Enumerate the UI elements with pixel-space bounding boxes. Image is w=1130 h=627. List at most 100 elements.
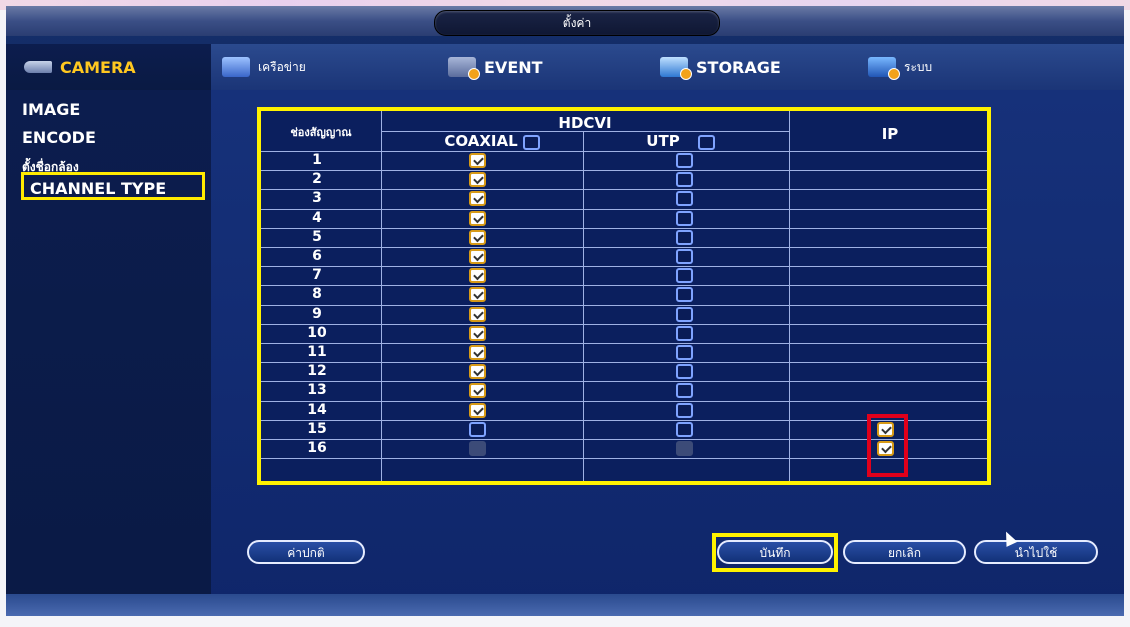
utp-checkbox[interactable] bbox=[676, 364, 693, 380]
grid-line bbox=[261, 304, 987, 306]
utp-checkbox[interactable] bbox=[676, 268, 693, 284]
event-icon bbox=[448, 57, 480, 80]
row-channel-number: 8 bbox=[312, 286, 322, 303]
sidebar-item-encode[interactable]: ENCODE bbox=[22, 128, 96, 147]
coaxial-checkbox[interactable] bbox=[469, 287, 486, 303]
grid-line bbox=[261, 170, 987, 172]
cancel-button[interactable]: ยกเลิก bbox=[843, 540, 966, 564]
coaxial-checkbox[interactable] bbox=[469, 325, 486, 341]
row-channel-number: 13 bbox=[307, 382, 327, 399]
utp-checkbox[interactable] bbox=[676, 287, 693, 303]
coaxial-checkbox[interactable] bbox=[469, 306, 486, 322]
grid-line bbox=[261, 247, 987, 248]
window-title: ตั้งค่า bbox=[434, 10, 720, 36]
row-channel-number: 5 bbox=[312, 228, 322, 245]
row-channel-number: 6 bbox=[312, 248, 322, 264]
coaxial-select-all-checkbox[interactable] bbox=[523, 135, 540, 150]
grid-line bbox=[583, 131, 584, 481]
utp-checkbox[interactable] bbox=[676, 402, 693, 418]
coaxial-checkbox bbox=[469, 441, 486, 456]
tab-camera-label: CAMERA bbox=[60, 57, 136, 77]
tab-system-label: ระบบ bbox=[904, 59, 933, 74]
tab-event-label: EVENT bbox=[484, 57, 543, 77]
coaxial-checkbox[interactable] bbox=[469, 402, 486, 418]
header-ip: IP bbox=[881, 125, 899, 143]
tab-network-label: เครือข่าย bbox=[258, 59, 306, 74]
main-tabs: CAMERA เครือข่าย EVENT STORAGE ระบบ bbox=[6, 44, 1124, 91]
system-icon bbox=[868, 57, 900, 80]
sidebar-item-channel-type[interactable]: CHANNEL TYPE bbox=[21, 172, 205, 200]
grid-line bbox=[261, 285, 987, 287]
apply-button[interactable]: นำไปใช้ bbox=[974, 540, 1098, 564]
header-channel: ช่องสัญญาณ bbox=[290, 126, 352, 139]
row-channel-number: 7 bbox=[312, 267, 322, 284]
utp-checkbox[interactable] bbox=[676, 210, 693, 226]
utp-checkbox[interactable] bbox=[676, 249, 693, 264]
grid-line bbox=[261, 189, 987, 191]
tab-network[interactable]: เครือข่าย bbox=[222, 44, 306, 90]
row-channel-number: 12 bbox=[307, 363, 327, 380]
grid-line bbox=[261, 227, 987, 229]
grid-line bbox=[381, 111, 382, 481]
grid-line bbox=[261, 400, 987, 402]
utp-checkbox[interactable] bbox=[676, 153, 693, 168]
ip-checkbox-highlight bbox=[867, 414, 908, 477]
row-channel-number: 3 bbox=[312, 190, 322, 207]
row-channel-number: 2 bbox=[312, 171, 322, 188]
sidebar-item-image[interactable]: IMAGE bbox=[22, 100, 80, 119]
utp-checkbox bbox=[676, 441, 693, 456]
grid-line bbox=[261, 343, 987, 344]
tab-system[interactable]: ระบบ bbox=[868, 44, 932, 90]
row-channel-number: 10 bbox=[307, 324, 327, 341]
footer-strip bbox=[6, 594, 1124, 616]
coaxial-checkbox[interactable] bbox=[469, 383, 486, 399]
header-utp: UTP bbox=[646, 132, 680, 150]
tab-camera[interactable]: CAMERA bbox=[6, 44, 211, 90]
row-channel-number: 4 bbox=[312, 209, 322, 226]
utp-checkbox[interactable] bbox=[676, 325, 693, 341]
utp-checkbox[interactable] bbox=[676, 172, 693, 188]
grid-line bbox=[261, 323, 987, 325]
coaxial-checkbox[interactable] bbox=[469, 421, 486, 437]
sidebar: IMAGE ENCODE ตั้งชื่อกล้อง bbox=[6, 90, 211, 616]
title-bar: ตั้งค่า bbox=[6, 6, 1124, 36]
coaxial-checkbox[interactable] bbox=[469, 364, 486, 380]
coaxial-checkbox[interactable] bbox=[469, 249, 486, 264]
row-channel-number: 1 bbox=[312, 152, 322, 168]
storage-icon bbox=[660, 57, 692, 80]
utp-checkbox[interactable] bbox=[676, 383, 693, 399]
coaxial-checkbox[interactable] bbox=[469, 229, 486, 245]
header-hdcvi: HDCVI bbox=[558, 114, 612, 132]
coaxial-checkbox[interactable] bbox=[469, 210, 486, 226]
grid-line bbox=[789, 111, 790, 481]
tab-event[interactable]: EVENT bbox=[448, 44, 543, 90]
tab-storage-label: STORAGE bbox=[696, 57, 781, 77]
coaxial-checkbox[interactable] bbox=[469, 345, 486, 360]
default-button[interactable]: ค่าปกติ bbox=[247, 540, 365, 564]
row-channel-number: 15 bbox=[307, 420, 327, 437]
row-channel-number: 9 bbox=[312, 305, 322, 322]
utp-checkbox[interactable] bbox=[676, 421, 693, 437]
utp-checkbox[interactable] bbox=[676, 191, 693, 207]
row-channel-number: 16 bbox=[307, 440, 327, 456]
utp-checkbox[interactable] bbox=[676, 306, 693, 322]
coaxial-checkbox[interactable] bbox=[469, 268, 486, 284]
row-channel-number: 14 bbox=[307, 401, 327, 418]
tab-storage[interactable]: STORAGE bbox=[660, 44, 781, 90]
utp-checkbox[interactable] bbox=[676, 345, 693, 360]
coaxial-checkbox[interactable] bbox=[469, 172, 486, 188]
grid-line bbox=[381, 131, 789, 132]
grid-line bbox=[261, 381, 987, 383]
save-button[interactable]: บันทึก bbox=[717, 540, 833, 564]
grid-line bbox=[261, 266, 987, 268]
row-channel-number: 11 bbox=[307, 344, 327, 360]
coaxial-checkbox[interactable] bbox=[469, 191, 486, 207]
grid-line bbox=[261, 362, 987, 364]
grid-line bbox=[261, 151, 987, 152]
camera-icon bbox=[24, 61, 52, 73]
grid-line bbox=[261, 208, 987, 210]
network-icon bbox=[222, 57, 250, 77]
utp-select-all-checkbox[interactable] bbox=[698, 135, 715, 150]
coaxial-checkbox[interactable] bbox=[469, 153, 486, 168]
utp-checkbox[interactable] bbox=[676, 229, 693, 245]
